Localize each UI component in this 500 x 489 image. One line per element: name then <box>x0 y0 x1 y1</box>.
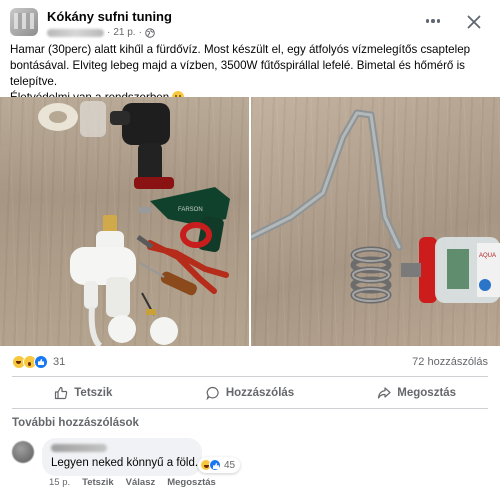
blurred-author-name[interactable] <box>47 28 104 37</box>
meta-separator: · <box>107 27 111 38</box>
comment-time[interactable]: 15 p. <box>49 477 70 488</box>
divider <box>12 408 488 409</box>
comment-reply-link[interactable]: Válasz <box>126 477 156 488</box>
tools-photo-illustration: FARSON <box>38 101 230 346</box>
comment-share-link[interactable]: Megosztás <box>167 477 216 488</box>
like-reaction-icon <box>34 355 48 369</box>
close-icon[interactable] <box>466 14 482 30</box>
comment-count[interactable]: 72 hozzászólás <box>412 356 488 368</box>
comment-reactions[interactable]: 45 <box>198 457 241 473</box>
post-actions: Tetszik Hozzászólás Megosztás <box>0 380 500 406</box>
like-label: Tetszik <box>74 387 113 399</box>
commenter-avatar[interactable] <box>12 441 34 463</box>
like-button[interactable]: Tetszik <box>0 380 167 406</box>
post-text-line: bontásával. Elviteg lebeg majd a vízben,… <box>10 59 465 88</box>
share-label: Megosztás <box>397 387 457 399</box>
post-meta: · 21 p. · <box>47 27 155 38</box>
divider <box>12 376 488 377</box>
comment-bubble: Legyen neked könnyű a föld... <box>42 438 205 476</box>
post-photo-tools[interactable]: FARSON <box>0 97 249 346</box>
comment-button[interactable]: Hozzászólás <box>167 380 334 406</box>
more-comments-link[interactable]: További hozzászólások <box>12 417 139 429</box>
dot-icon <box>425 19 430 23</box>
comment-icon <box>206 386 219 400</box>
thumbs-up-icon <box>55 386 68 400</box>
dot-icon <box>436 19 441 23</box>
post-text-line: Hamar (30perc) alatt kihűl a fürdővíz. M… <box>10 43 471 56</box>
like-reaction-icon <box>209 459 221 471</box>
comment-like-link[interactable]: Tetszik <box>82 477 114 488</box>
facebook-post: Kókány sufni tuning · 21 p. · Hamar (30p… <box>0 0 500 489</box>
share-button[interactable]: Megosztás <box>333 380 500 406</box>
page-name[interactable]: Kókány sufni tuning <box>47 9 172 24</box>
reaction-count: 31 <box>53 356 66 368</box>
dot-icon <box>431 19 435 23</box>
globe-icon <box>145 27 155 38</box>
blurred-commenter-name[interactable] <box>51 444 107 452</box>
comment-meta: 15 p. Tetszik Válasz Megosztás <box>49 477 216 488</box>
post-header: Kókány sufni tuning · 21 p. · <box>0 0 500 40</box>
post-photo-heater[interactable]: AQUA <box>251 97 500 346</box>
comment-text: Legyen neked könnyű a föld... <box>51 457 205 469</box>
glue-gun-brand: FARSON <box>178 207 203 213</box>
post-time[interactable]: 21 p. <box>113 27 135 38</box>
more-options-button[interactable] <box>424 14 442 28</box>
comment-reaction-count: 45 <box>224 459 236 471</box>
page-avatar[interactable] <box>10 8 38 36</box>
comment-label: Hozzászólás <box>225 387 295 399</box>
bottle-label: AQUA <box>479 253 496 259</box>
reactions-summary[interactable]: 31 <box>12 355 65 369</box>
meta-separator: · <box>138 27 142 38</box>
heater-photo-illustration: AQUA <box>251 109 500 304</box>
share-icon <box>378 387 391 399</box>
